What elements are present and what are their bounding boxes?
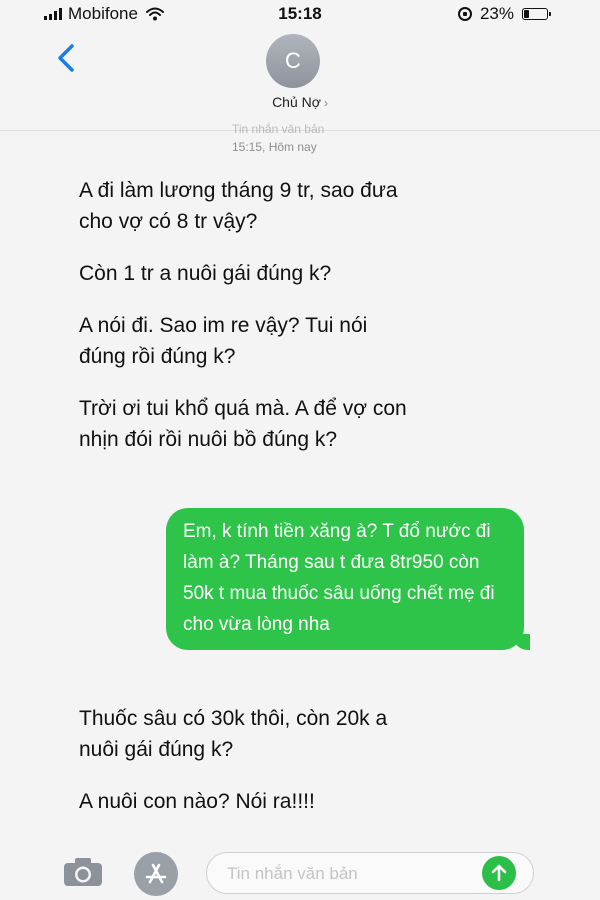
incoming-message: Còn 1 tr a nuôi gái đúng k?: [79, 262, 332, 285]
status-bar: Mobifone 15:18 23%: [0, 0, 600, 30]
chevron-left-icon: [58, 44, 74, 72]
avatar-initial: C: [285, 48, 301, 73]
input-bar: [0, 848, 600, 900]
orientation-lock-icon: [457, 7, 472, 21]
contact-name[interactable]: Chủ Nợ ›: [0, 94, 600, 110]
status-right: 23%: [457, 4, 551, 24]
back-button[interactable]: [52, 38, 82, 78]
chevron-right-icon: ›: [323, 96, 328, 110]
incoming-message: Trời ơi tui khổ quá mà. A để vợ con nhịn…: [79, 397, 407, 451]
message-input[interactable]: [225, 863, 479, 885]
send-arrow-icon: [491, 864, 507, 882]
outgoing-message-bubble: Em, k tính tiền xăng à? T đổ nước đi làm…: [166, 508, 530, 650]
conversation-header: C Chủ Nợ ›: [0, 30, 600, 131]
incoming-message: A nói đi. Sao im re vậy? Tui nói đúng rồ…: [79, 314, 368, 368]
incoming-message: A đi làm lương tháng 9 tr, sao đưa cho v…: [79, 179, 398, 233]
battery-icon: [522, 8, 551, 20]
camera-button[interactable]: [62, 856, 104, 888]
avatar[interactable]: C: [266, 34, 320, 88]
app-store-button[interactable]: [134, 852, 178, 896]
message-timestamp: 15:15, Hôm nay: [232, 140, 317, 154]
contact-name-label: Chủ Nợ: [272, 94, 321, 110]
send-button[interactable]: [482, 856, 516, 890]
app-store-icon: [145, 863, 167, 884]
message-type-label: Tin nhắn văn bản: [232, 122, 325, 136]
incoming-message: Thuốc sâu có 30k thôi, còn 20k a nuôi gá…: [79, 707, 388, 761]
camera-icon: [64, 858, 102, 886]
battery-fill: [524, 10, 530, 18]
incoming-message: A nuôi con nào? Nói ra!!!!: [79, 790, 315, 813]
message-meta: Tin nhắn văn bản 15:15, Hôm nay: [232, 120, 324, 156]
battery-percent: 23%: [479, 4, 514, 23]
